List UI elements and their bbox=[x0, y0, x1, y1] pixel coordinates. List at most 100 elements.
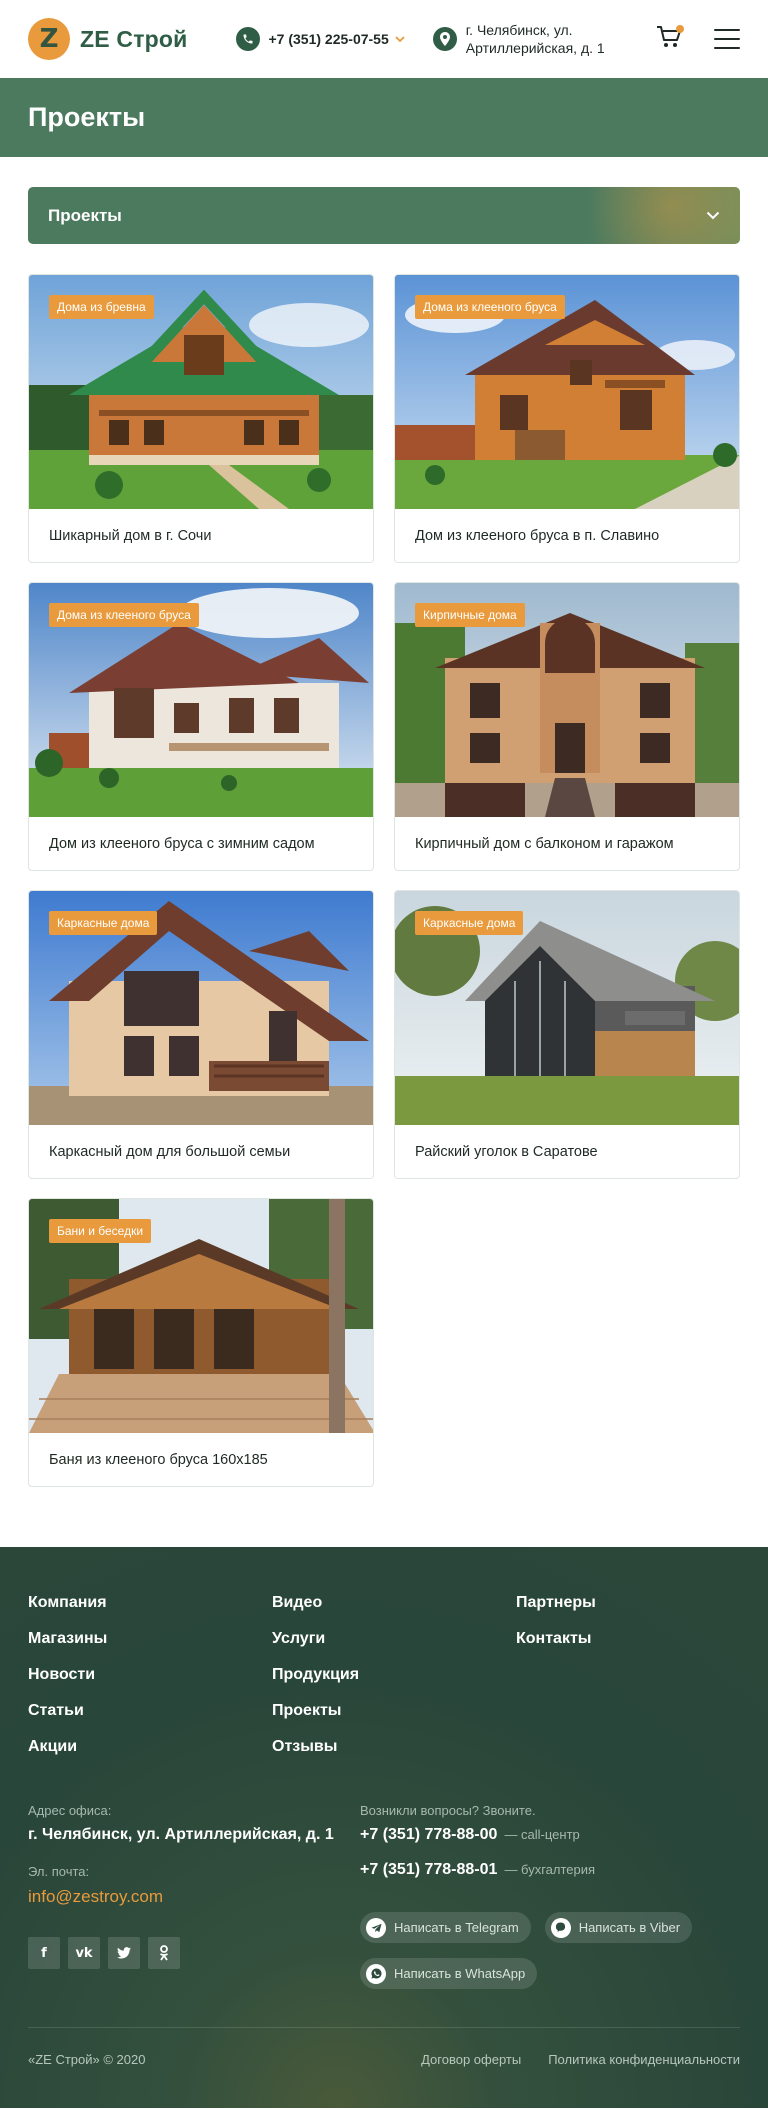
project-card[interactable]: Дома из клееного бруса Дом из клееного б… bbox=[394, 274, 740, 563]
project-title: Райский уголок в Саратове bbox=[415, 1144, 598, 1160]
menu-button[interactable] bbox=[714, 29, 740, 49]
facebook-icon[interactable]: f bbox=[28, 1937, 60, 1969]
site-footer: Компания Видео Партнеры Магазины Услуги … bbox=[0, 1547, 768, 2108]
email-label: Эл. почта: bbox=[28, 1864, 90, 1879]
footer-link-company[interactable]: Компания bbox=[28, 1593, 272, 1612]
footer-divider bbox=[28, 2027, 740, 2028]
location-pin-icon bbox=[432, 27, 457, 51]
page-title-band: Проекты bbox=[0, 78, 768, 157]
project-title: Кирпичный дом с балконом и гаражом bbox=[415, 836, 674, 852]
telegram-label: Написать в Telegram bbox=[394, 1920, 519, 1935]
project-image: Дома из клееного бруса bbox=[395, 275, 739, 509]
footer-nav-empty bbox=[516, 1701, 716, 1720]
project-category-tag: Каркасные дома bbox=[415, 911, 524, 935]
telegram-button[interactable]: Написать в Telegram bbox=[360, 1912, 531, 1943]
footer-link-partners[interactable]: Партнеры bbox=[516, 1593, 716, 1612]
email-link[interactable]: info@zestroy.com bbox=[28, 1887, 163, 1907]
logo-text: ZE Строй bbox=[80, 25, 188, 52]
project-title: Шикарный дом в г. Сочи bbox=[49, 528, 212, 544]
project-image: Дома из клееного бруса bbox=[29, 583, 373, 817]
footer-link-contacts[interactable]: Контакты bbox=[516, 1629, 716, 1648]
logo-icon: Z bbox=[28, 18, 70, 60]
chevron-down-icon[interactable] bbox=[395, 35, 405, 43]
logo-letter: Z bbox=[39, 24, 59, 54]
cart-button[interactable] bbox=[656, 25, 684, 53]
privacy-policy-link[interactable]: Политика конфиденциальности bbox=[548, 2052, 740, 2067]
project-category-tag: Бани и беседки bbox=[49, 1219, 152, 1243]
phone-line: +7 (351) 778-88-00 — call-центр bbox=[360, 1826, 740, 1844]
phone-icon bbox=[235, 27, 260, 51]
projects-grid: Дома из бревна Шикарный дом в г. Сочи До… bbox=[28, 274, 740, 1487]
footer-link-news[interactable]: Новости bbox=[28, 1665, 272, 1684]
phone-accounting[interactable]: +7 (351) 778-88-01 bbox=[360, 1861, 497, 1879]
phone-call-center[interactable]: +7 (351) 778-88-00 bbox=[360, 1826, 497, 1844]
burger-line bbox=[714, 38, 740, 40]
footer-bottom: «ZE Строй» © 2020 Договор оферты Политик… bbox=[28, 2052, 740, 2067]
header-phone[interactable]: +7 (351) 225-07-55 bbox=[235, 27, 405, 51]
site-header: Z ZE Строй +7 (351) 225-07-55 г. Челябин… bbox=[0, 0, 768, 78]
project-title: Баня из клееного бруса 160х185 bbox=[49, 1452, 268, 1468]
project-card[interactable]: Бани и беседки Баня из клееного бруса 16… bbox=[28, 1198, 374, 1487]
project-card[interactable]: Дома из бревна Шикарный дом в г. Сочи bbox=[28, 274, 374, 563]
footer-link-video[interactable]: Видео bbox=[272, 1593, 516, 1612]
footer-link-products[interactable]: Продукция bbox=[272, 1665, 516, 1684]
project-card[interactable]: Кирпичные дома Кирпичный дом с балконом … bbox=[394, 582, 740, 871]
viber-button[interactable]: Написать в Viber bbox=[544, 1912, 693, 1943]
vk-icon[interactable]: vk bbox=[68, 1937, 100, 1969]
phone-note: — бухгалтерия bbox=[504, 1862, 596, 1877]
footer-link-reviews[interactable]: Отзывы bbox=[272, 1737, 516, 1756]
page-title: Проекты bbox=[28, 102, 146, 132]
chevron-down-icon bbox=[706, 211, 720, 220]
project-category-tag: Дома из клееного бруса bbox=[415, 295, 565, 319]
footer-link-promotions[interactable]: Акции bbox=[28, 1737, 272, 1756]
odnoklassniki-icon[interactable] bbox=[148, 1937, 180, 1969]
project-card[interactable]: Каркасные дома Каркасный дом для большой… bbox=[28, 890, 374, 1179]
burger-line bbox=[714, 47, 740, 49]
footer-contacts: Адрес офиса: г. Челябинск, ул. Артиллери… bbox=[28, 1803, 740, 2004]
copyright: «ZE Строй» © 2020 bbox=[28, 2052, 146, 2067]
project-title: Каркасный дом для большой семьи bbox=[49, 1144, 291, 1160]
project-card[interactable]: Дома из клееного бруса Дом из клееного б… bbox=[28, 582, 374, 871]
footer-nav-empty bbox=[516, 1665, 716, 1684]
footer-nav: Компания Видео Партнеры Магазины Услуги … bbox=[28, 1593, 740, 1756]
footer-link-articles[interactable]: Статьи bbox=[28, 1701, 272, 1720]
category-dropdown-value: Проекты bbox=[48, 205, 122, 225]
footer-link-projects[interactable]: Проекты bbox=[272, 1701, 516, 1720]
project-category-tag: Дома из бревна bbox=[49, 295, 154, 319]
telegram-icon bbox=[366, 1917, 386, 1938]
whatsapp-button[interactable]: Написать в WhatsApp bbox=[360, 1958, 538, 1989]
office-address: г. Челябинск, ул. Артиллерийская, д. 1 bbox=[28, 1826, 334, 1843]
social-links: f vk bbox=[28, 1937, 360, 1969]
project-image: Каркасные дома bbox=[29, 891, 373, 1125]
project-image: Каркасные дома bbox=[395, 891, 739, 1125]
project-title: Дом из клееного бруса с зимним садом bbox=[49, 836, 315, 852]
cart-badge bbox=[676, 25, 684, 33]
legal-links: Договор оферты Политика конфиденциальнос… bbox=[394, 2052, 740, 2067]
project-image: Кирпичные дома bbox=[395, 583, 739, 817]
footer-link-services[interactable]: Услуги bbox=[272, 1629, 516, 1648]
phone-number: +7 (351) 225-07-55 bbox=[268, 31, 389, 47]
footer-phones: Возникли вопросы? Звоните. +7 (351) 778-… bbox=[360, 1803, 740, 2004]
logo[interactable]: Z ZE Строй bbox=[28, 18, 188, 60]
whatsapp-icon bbox=[366, 1963, 386, 1984]
project-category-tag: Дома из клееного бруса bbox=[49, 603, 199, 627]
project-card[interactable]: Каркасные дома Райский уголок в Саратове bbox=[394, 890, 740, 1179]
project-image: Бани и беседки bbox=[29, 1199, 373, 1433]
offer-agreement-link[interactable]: Договор оферты bbox=[421, 2052, 521, 2067]
project-image: Дома из бревна bbox=[29, 275, 373, 509]
phone-line: +7 (351) 778-88-01 — бухгалтерия bbox=[360, 1861, 740, 1879]
footer-nav-empty bbox=[516, 1737, 716, 1756]
footer-office: Адрес офиса: г. Челябинск, ул. Артиллери… bbox=[28, 1803, 360, 2004]
category-dropdown[interactable]: Проекты bbox=[28, 187, 740, 244]
phone-note: — call-центр bbox=[504, 1827, 580, 1842]
viber-icon bbox=[550, 1917, 571, 1938]
project-title: Дом из клееного бруса в п. Славино bbox=[415, 528, 660, 544]
office-label: Адрес офиса: bbox=[28, 1803, 112, 1818]
burger-line bbox=[714, 29, 740, 31]
address-text: г. Челябинск, ул. Артиллерийская, д. 1 bbox=[465, 22, 605, 56]
question-label: Возникли вопросы? Звоните. bbox=[360, 1803, 536, 1818]
twitter-icon[interactable] bbox=[108, 1937, 140, 1969]
footer-link-shops[interactable]: Магазины bbox=[28, 1629, 272, 1648]
viber-label: Написать в Viber bbox=[578, 1920, 681, 1935]
messenger-buttons: Написать в Telegram Написать в Viber Нап… bbox=[360, 1912, 740, 2004]
